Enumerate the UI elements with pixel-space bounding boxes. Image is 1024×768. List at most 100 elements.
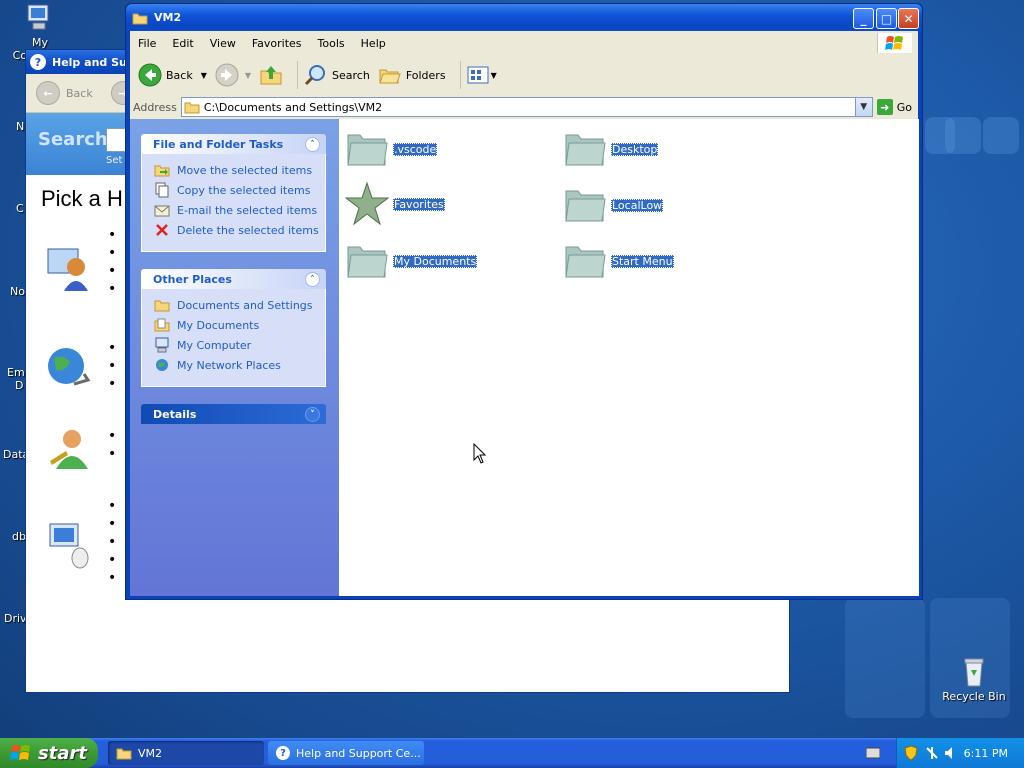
desktop-partial-label[interactable]: C (16, 202, 24, 215)
details-header[interactable]: Details ˅ (141, 404, 326, 424)
close-button[interactable]: ✕ (898, 8, 919, 29)
folder-icon (565, 246, 606, 278)
task-email[interactable]: E-mail the selected items (154, 200, 325, 220)
chevron-down-icon[interactable]: ▼ (491, 71, 497, 80)
file-item-favorites[interactable]: Favorites (345, 181, 445, 227)
file-item-desktop[interactable]: Desktop (563, 129, 659, 169)
help-bullet-list: • • • • (108, 227, 117, 297)
desktop-partial-label[interactable]: N (16, 120, 24, 133)
go-label: Go (896, 100, 912, 114)
menu-edit[interactable]: Edit (164, 37, 201, 50)
collapse-icon[interactable]: ˄ (305, 272, 320, 287)
address-bar: Address C:\Documents and Settings\VM2 ▼ … (130, 95, 918, 120)
task-copy[interactable]: Copy the selected items (154, 180, 325, 200)
address-input[interactable]: C:\Documents and Settings\VM2 ▼ (180, 97, 873, 117)
my-documents-icon (154, 318, 170, 332)
clock[interactable]: 6:11 PM (964, 747, 1008, 760)
chevron-down-icon[interactable]: ▼ (245, 71, 251, 80)
place-my-computer[interactable]: My Computer (154, 335, 325, 355)
folder-icon (565, 190, 606, 222)
chevron-down-icon[interactable]: ▼ (854, 98, 872, 116)
computer-mouse-icon (49, 523, 89, 569)
delete-icon (156, 224, 168, 236)
desktop-partial-label[interactable]: No (10, 285, 25, 298)
chevron-down-icon[interactable]: ▼ (201, 71, 207, 80)
folder-icon (116, 748, 132, 760)
help-bullet-list: • • • (108, 340, 117, 392)
forward-button[interactable]: ▼ (215, 63, 251, 87)
places-title: Other Places (153, 272, 232, 286)
volume-icon[interactable] (944, 745, 956, 761)
menu-view[interactable]: View (202, 37, 244, 50)
folder-icon (347, 134, 388, 166)
desktop-partial-label[interactable]: db (12, 530, 26, 543)
file-label: Start Menu (611, 254, 674, 268)
go-arrow-icon: ➜ (876, 99, 893, 115)
explorer-window[interactable]: VM2 _ □ ✕ File Edit View Favorites Tools… (125, 3, 923, 600)
windows-logo-icon (877, 33, 912, 53)
help-search-label: Search (38, 129, 108, 150)
file-list-view[interactable]: .vscode Desktop Favorites LocalLow My Do… (339, 119, 919, 596)
place-my-documents[interactable]: My Documents (154, 315, 325, 335)
task-label: Copy the selected items (177, 183, 311, 197)
place-documents-and-settings[interactable]: Documents and Settings (154, 295, 325, 315)
back-button[interactable]: Back ▼ (138, 63, 207, 87)
network-icon[interactable] (924, 745, 940, 761)
my-computer-icon (24, 2, 56, 34)
file-item-locallow[interactable]: LocalLow (563, 185, 664, 225)
place-my-network-places[interactable]: My Network Places (154, 355, 325, 375)
explorer-title: VM2 (154, 11, 182, 24)
task-pane: File and Folder Tasks ˄ Move the selecte… (130, 119, 339, 596)
task-move[interactable]: Move the selected items (154, 160, 325, 180)
file-folder-tasks-header[interactable]: File and Folder Tasks ˄ (141, 134, 326, 154)
collapse-icon[interactable]: ˄ (305, 137, 320, 152)
menu-favorites[interactable]: Favorites (244, 37, 310, 50)
search-button[interactable]: Search (304, 63, 370, 87)
menu-tools[interactable]: Tools (310, 37, 353, 50)
desktop-partial-label[interactable]: Em (7, 366, 25, 379)
file-item-start-menu[interactable]: Start Menu (563, 241, 674, 281)
file-label: LocalLow (611, 198, 664, 212)
security-shield-icon[interactable] (904, 745, 918, 761)
menu-file[interactable]: File (130, 37, 164, 50)
search-label: Search (332, 68, 370, 82)
help-heading: Pick a H (41, 186, 123, 211)
system-tray: 6:11 PM (896, 738, 1024, 768)
up-folder-button[interactable] (259, 63, 283, 87)
file-label: .vscode (393, 142, 438, 156)
globe-icon (48, 348, 91, 386)
explorer-titlebar[interactable]: VM2 _ □ ✕ (126, 4, 922, 31)
back-label: Back (166, 68, 193, 82)
other-places-panel: Documents and Settings My Documents My C… (141, 289, 326, 387)
folder-icon (347, 246, 388, 278)
details-title: Details (153, 407, 197, 421)
start-label: start (38, 742, 87, 764)
back-arrow-icon[interactable]: ← (36, 81, 60, 105)
taskbar-item-vm2[interactable]: VM2 (108, 741, 264, 765)
task-delete[interactable]: Delete the selected items (154, 220, 325, 240)
folder-icon (184, 102, 200, 114)
expand-icon[interactable]: ˅ (305, 407, 320, 422)
search-icon (304, 65, 326, 86)
file-item-my-documents[interactable]: My Documents (345, 241, 478, 281)
help-back-label[interactable]: Back (66, 87, 93, 100)
keyboard-icon[interactable] (866, 747, 880, 759)
place-label: My Documents (177, 318, 260, 332)
menu-help[interactable]: Help (353, 37, 394, 50)
other-places-header[interactable]: Other Places ˄ (141, 269, 326, 289)
desktop-partial-label[interactable]: Driv (4, 612, 27, 625)
people-help-icon (47, 248, 88, 291)
place-label: My Network Places (177, 358, 281, 372)
start-button[interactable]: start (0, 738, 98, 768)
desktop-icon-recycle-bin[interactable]: Recycle Bin (940, 656, 1008, 703)
maximize-button[interactable]: □ (876, 8, 897, 29)
file-item-vscode[interactable]: .vscode (345, 129, 438, 169)
folders-label: Folders (405, 68, 446, 82)
address-value: C:\Documents and Settings\VM2 (203, 100, 383, 114)
desktop-partial-label[interactable]: D (15, 379, 23, 392)
go-button[interactable]: ➜ Go (876, 99, 912, 115)
views-button[interactable]: ▼ (467, 65, 497, 85)
taskbar-item-help-and-support[interactable]: ? Help and Support Ce... (268, 741, 424, 765)
minimize-button[interactable]: _ (853, 8, 874, 29)
folders-button[interactable]: Folders (378, 63, 446, 87)
